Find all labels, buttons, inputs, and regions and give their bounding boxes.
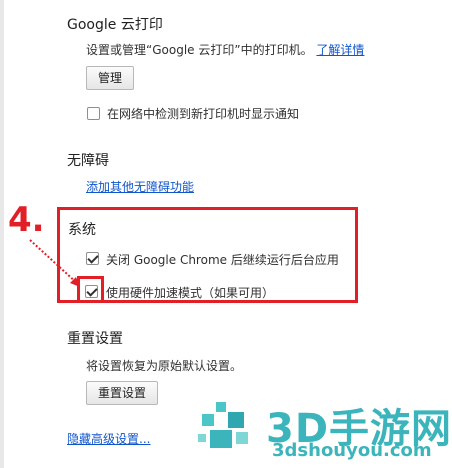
hide-advanced-link[interactable]: 隐藏高级设置... [67, 430, 150, 447]
reset-title: 重置设置 [67, 331, 123, 347]
watermark-logo [192, 398, 258, 460]
watermark-url: 3dshouyou.com [272, 440, 432, 461]
reset-settings-button[interactable]: 重置设置 [86, 381, 158, 405]
reset-description: 将设置恢复为原始默认设置。 [86, 359, 243, 373]
